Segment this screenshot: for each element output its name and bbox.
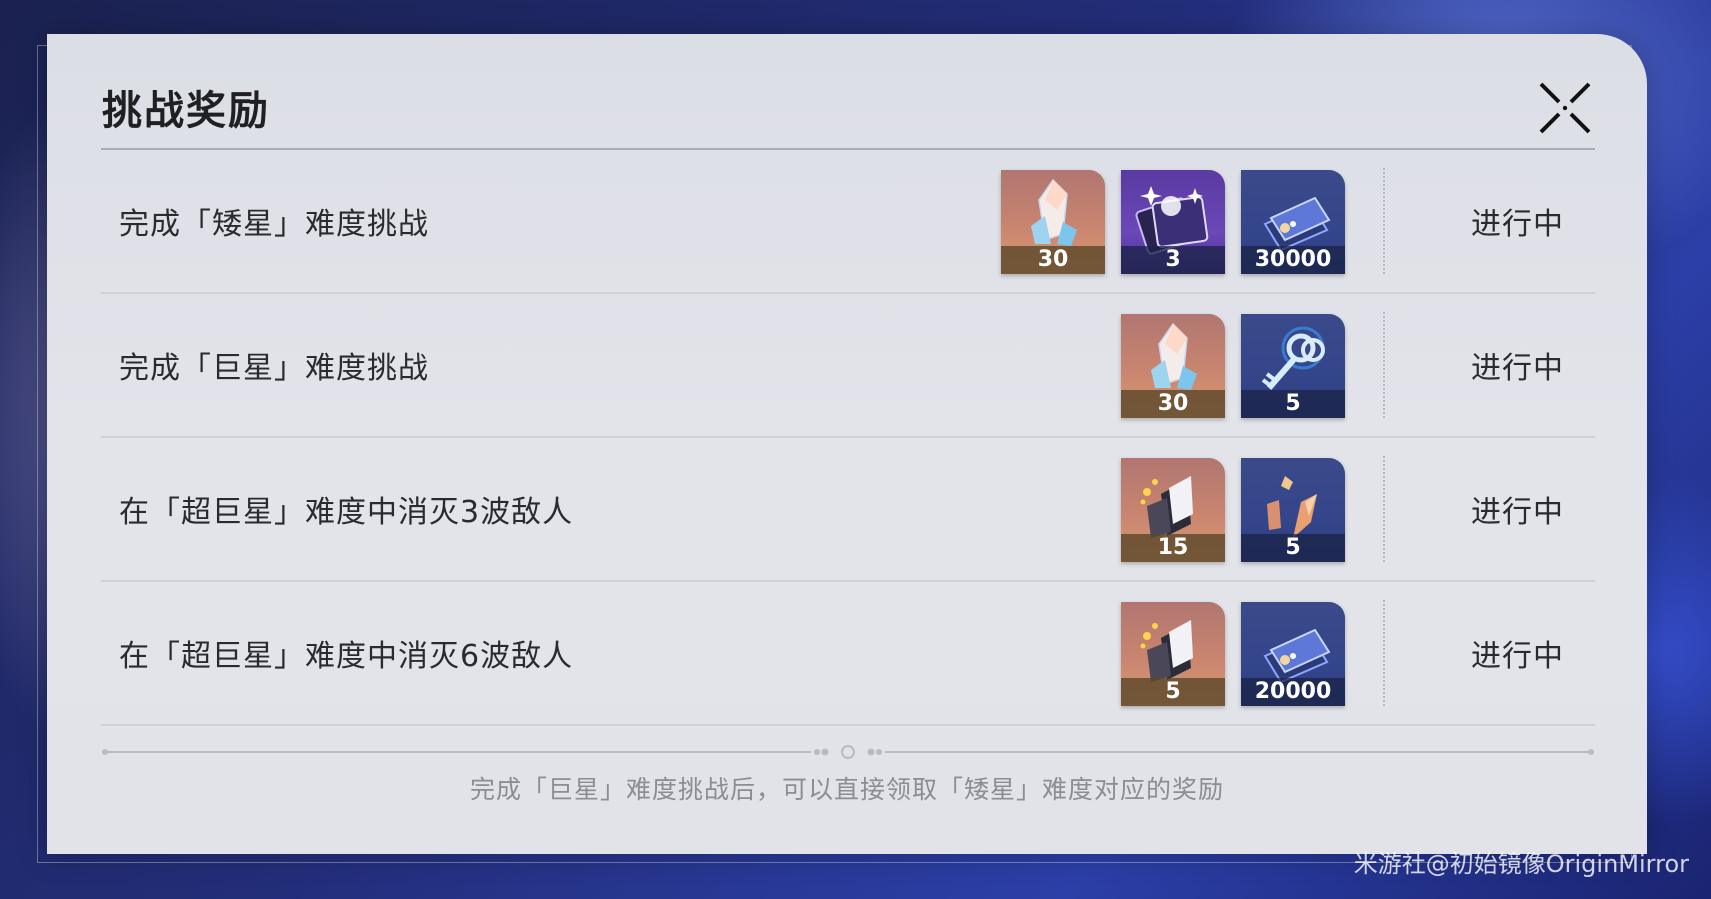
reward-row: 在「超巨星」难度中消灭6波敌人 5 20000 进行中	[101, 582, 1595, 726]
reward-row: 在「超巨星」难度中消灭3波敌人 15 5 进行中	[101, 438, 1595, 582]
reward-item[interactable]: 30000	[1241, 170, 1345, 274]
reward-quantity: 30	[1001, 246, 1105, 274]
reward-item[interactable]: 20000	[1241, 602, 1345, 706]
row-requirement: 完成「矮星」难度挑战	[119, 207, 429, 242]
reward-row: 完成「矮星」难度挑战 30 3 30000 进行中	[101, 150, 1595, 294]
reward-quantity: 5	[1241, 534, 1345, 562]
reward-item[interactable]: 5	[1241, 314, 1345, 418]
reward-item[interactable]: 15	[1121, 458, 1225, 562]
dialog-title: 挑战奖励	[102, 88, 270, 134]
decorative-divider	[102, 745, 1594, 759]
row-status: 进行中	[1471, 495, 1564, 530]
status-separator	[1383, 312, 1385, 418]
watermark: 米游社@初始镜像OriginMirror	[1353, 850, 1689, 878]
row-requirement: 在「超巨星」难度中消灭6波敌人	[119, 639, 574, 674]
row-requirement: 完成「巨星」难度挑战	[119, 351, 429, 386]
reward-item[interactable]: 30	[1001, 170, 1105, 274]
reward-row: 完成「巨星」难度挑战 30 5 进行中	[101, 294, 1595, 438]
reward-quantity: 5	[1121, 678, 1225, 706]
reward-quantity: 3	[1121, 246, 1225, 274]
row-requirement: 在「超巨星」难度中消灭3波敌人	[119, 495, 574, 530]
status-separator	[1383, 456, 1385, 562]
row-status: 进行中	[1471, 351, 1564, 386]
reward-quantity: 5	[1241, 390, 1345, 418]
reward-quantity: 30	[1121, 390, 1225, 418]
row-status: 进行中	[1471, 207, 1564, 242]
reward-item[interactable]: 5	[1121, 602, 1225, 706]
row-status: 进行中	[1471, 639, 1564, 674]
status-separator	[1383, 168, 1385, 274]
dialog-footnote: 完成「巨星」难度挑战后，可以直接领取「矮星」难度对应的奖励	[469, 775, 1224, 804]
close-button[interactable]	[1537, 80, 1593, 136]
reward-quantity: 30000	[1241, 246, 1345, 274]
reward-item[interactable]: 5	[1241, 458, 1345, 562]
reward-quantity: 20000	[1241, 678, 1345, 706]
challenge-rewards-dialog: 挑战奖励 完成「矮星」难度挑战 30 3 30000 进行中 完成「巨星」难度挑…	[47, 34, 1647, 854]
status-separator	[1383, 600, 1385, 706]
reward-item[interactable]: 3	[1121, 170, 1225, 274]
close-icon	[1539, 82, 1591, 134]
reward-quantity: 15	[1121, 534, 1225, 562]
reward-item[interactable]: 30	[1121, 314, 1225, 418]
